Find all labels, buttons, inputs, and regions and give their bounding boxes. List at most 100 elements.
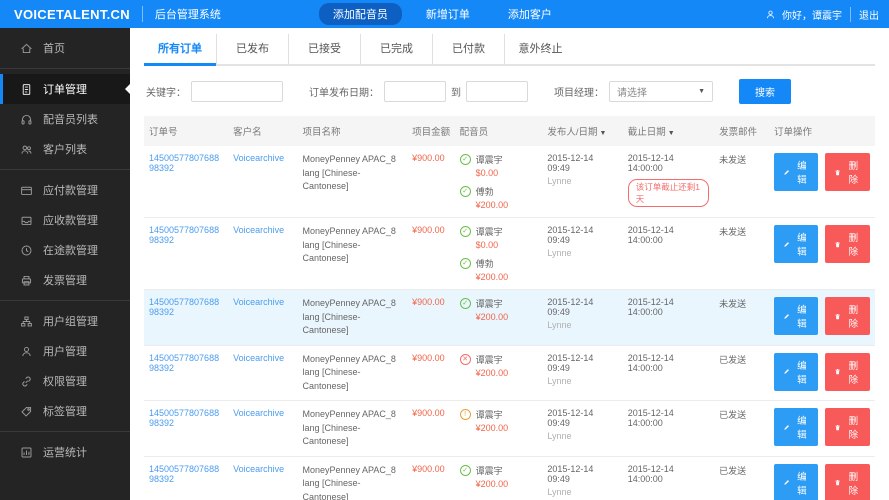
date-to-input[interactable] [466,81,528,102]
voice-actor: ✕ 谭震宇 ¥200.00 [459,353,538,378]
published-date: 2015-12-14 09:49 [547,153,594,173]
edit-button[interactable]: 编辑 [773,352,819,391]
invoice-cell: 未发送 [714,289,769,346]
project-amount: ¥900.00 [412,352,445,363]
customer-cell: Voicearchive [228,146,298,218]
order-actions: 编辑 删除 [773,408,870,446]
delete-button[interactable]: 删除 [825,463,870,500]
project-amount: ¥900.00 [412,297,445,307]
deadline-date: 2015-12-14 14:00:00 [627,463,674,484]
pencil-icon [783,168,790,177]
order-actions: 编辑 删除 [773,297,870,335]
ops-cell: 编辑 删除 [768,146,875,218]
manager-select[interactable]: 请选择 ▼ [609,81,713,102]
column-header-6[interactable]: 发布人/日期 ▼ [542,116,623,146]
sidebar-group-3: 应付款管理 应收款管理 在途款管理 发票管理 [0,170,130,301]
date-to-label: 到 [451,88,461,99]
table-row: 1450057780768898392 Voicearchive MoneyPenn… [144,146,875,218]
pencil-icon [783,423,790,432]
delete-button[interactable]: 删除 [825,297,870,335]
customer-link[interactable]: Voicearchive [233,225,284,235]
order-no-cell: 1450057780768898392 [144,289,229,346]
customer-link[interactable]: Voicearchive [233,353,284,363]
edit-button[interactable]: 编辑 [773,297,819,335]
tab-accepted[interactable]: 已接受 [288,34,360,64]
voice-actor-name: 谭震宇 [475,465,503,476]
app-subtitle: 后台管理系统 [141,6,221,22]
clock-icon [20,244,33,257]
logout-link[interactable]: 退出 [850,6,879,22]
order-no-link[interactable]: 1450057780768898392 [149,225,219,245]
ops-cell: 编辑 删除 [768,400,875,457]
sort-caret-icon[interactable]: ▼ [598,130,606,137]
column-header-9: 订单操作 [768,116,875,146]
delete-button[interactable]: 删除 [825,408,870,446]
edit-button[interactable]: 编辑 [773,225,819,263]
delete-button[interactable]: 删除 [825,153,870,191]
topnav-add-customer[interactable]: 添加客户 [494,3,566,25]
voice-actor: ✓ 谭震宇 $0.00 [459,153,538,178]
sidebar-item-user-groups[interactable]: 用户组管理 [0,306,130,336]
tab-paid[interactable]: 已付款 [432,34,504,64]
topnav-add-order[interactable]: 新增订单 [412,3,484,25]
published-by: Lynne [547,248,572,258]
status-ok-icon: ✓ [459,186,471,197]
order-no-link[interactable]: 1450057780768898392 [149,464,219,484]
published-cell: 2015-12-14 09:49 Lynne [542,146,623,218]
sidebar-item-invoices[interactable]: 发票管理 [0,265,130,295]
ops-cell: 编辑 删除 [768,217,875,290]
edit-button[interactable]: 编辑 [773,463,819,500]
column-header-7[interactable]: 截止日期 ▼ [622,116,715,146]
trash-icon [834,240,841,249]
project-cell: MoneyPenney APAC_8 lang [Chinese-Cantone… [297,289,408,346]
keyword-input[interactable] [191,81,283,102]
search-button[interactable]: 搜索 [739,79,791,104]
amount-cell: ¥900.00 [407,217,455,290]
sidebar-item-tags[interactable]: 标签管理 [0,396,130,426]
delete-button[interactable]: 删除 [825,352,870,391]
sidebar-item-in-transit[interactable]: 在途款管理 [0,235,130,265]
sidebar-item-stats[interactable]: 运营统计 [0,437,130,467]
order-no-link[interactable]: 1450057780768898392 [149,153,219,173]
trash-icon [834,367,841,376]
sidebar-item-payables[interactable]: 应付款管理 [0,175,130,205]
customer-link[interactable]: Voicearchive [233,408,284,418]
sidebar-item-users[interactable]: 用户管理 [0,336,130,366]
order-no-link[interactable]: 1450057780768898392 [149,408,219,428]
column-header-4: 项目金额 [407,116,455,146]
sidebar-item-home[interactable]: 首页 [0,33,130,63]
sidebar-item-voice-actors[interactable]: 配音员列表 [0,104,130,134]
customer-link[interactable]: Voicearchive [233,153,284,163]
ops-cell: 编辑 删除 [768,345,875,401]
voice-actor-fee: ¥200.00 [475,367,509,378]
edit-button[interactable]: 编辑 [773,153,819,191]
deadline-cell: 2015-12-14 14:00:00 [622,217,715,290]
topnav-add-voice-actor[interactable]: 添加配音员 [318,3,402,25]
sidebar-item-receivables[interactable]: 应收款管理 [0,205,130,235]
edit-button[interactable]: 编辑 [773,408,819,446]
invoice-status: 已发送 [719,465,747,476]
sidebar-item-label: 用户管理 [43,346,87,358]
table-header-row: 订单号 客户名 项目名称 项目金额 配音员 发布人/日期 ▼ 截止日期 ▼ 发票邮件 订单操作 [144,116,875,146]
voice-actor-line: ✓ 傅勃 [459,185,538,198]
sidebar-item-permissions[interactable]: 权限管理 [0,366,130,396]
tab-completed[interactable]: 已完成 [360,34,432,64]
sidebar-item-customers[interactable]: 客户列表 [0,134,130,164]
tab-terminated[interactable]: 意外终止 [504,34,576,64]
customer-link[interactable]: Voicearchive [233,297,284,307]
tab-all-orders[interactable]: 所有订单 [144,34,216,66]
project-amount: ¥900.00 [412,408,445,418]
order-no-cell: 1450057780768898392 [144,217,229,290]
project-name: MoneyPenney APAC_8 lang [Chinese-Cantone… [302,298,396,335]
order-no-link[interactable]: 1450057780768898392 [149,297,219,317]
delete-button[interactable]: 删除 [825,225,870,263]
order-no-link[interactable]: 1450057780768898392 [149,353,219,373]
customer-link[interactable]: Voicearchive [233,464,284,474]
chart-icon [20,446,33,459]
sort-caret-icon[interactable]: ▼ [666,130,675,137]
date-from-input[interactable] [384,81,446,102]
order-icon [20,83,33,96]
sidebar-item-orders[interactable]: 订单管理 [0,74,130,104]
tab-published[interactable]: 已发布 [216,34,288,64]
actors-cell: ✓ 谭震宇 $0.00 ✓ 傅勃 ¥200.00 [454,146,543,218]
